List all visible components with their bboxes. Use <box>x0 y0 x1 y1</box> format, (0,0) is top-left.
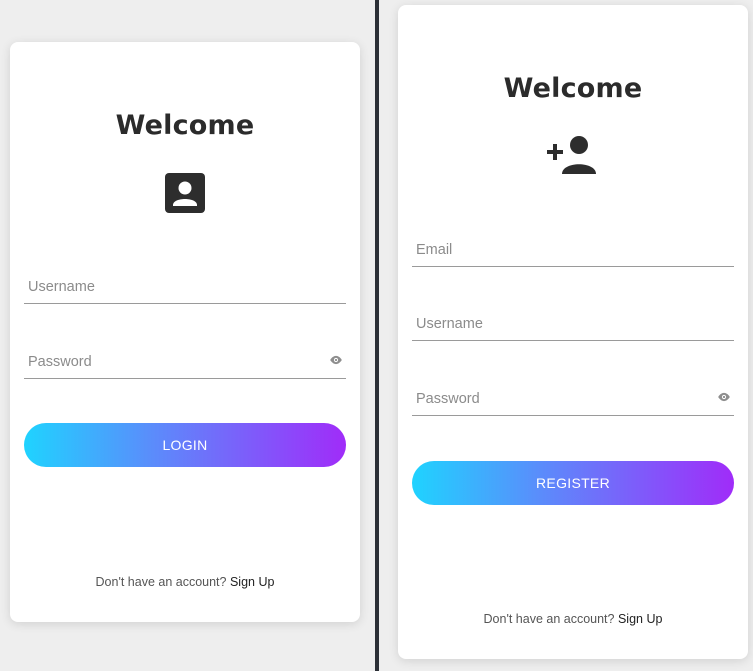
register-footer: Don't have an account? Sign Up <box>398 612 748 626</box>
eye-icon[interactable] <box>717 392 731 402</box>
login-password-input[interactable] <box>28 354 318 370</box>
login-username-input[interactable] <box>28 279 318 295</box>
login-signup-link[interactable]: Sign Up <box>230 575 274 589</box>
login-username-field[interactable] <box>24 264 346 304</box>
account-box-icon <box>165 173 205 213</box>
register-username-field[interactable] <box>412 301 734 341</box>
register-email-field[interactable] <box>412 227 734 267</box>
register-signup-link[interactable]: Sign Up <box>618 612 662 626</box>
register-email-input[interactable] <box>416 242 706 258</box>
panel-divider <box>375 0 379 671</box>
register-username-input[interactable] <box>416 316 706 332</box>
register-password-field[interactable] <box>412 376 734 416</box>
person-add-icon <box>547 136 596 174</box>
register-title: Welcome <box>503 73 643 104</box>
login-button[interactable]: LOGIN <box>24 423 346 467</box>
login-card: Welcome LOGIN Don't have an account? Sig… <box>10 42 360 622</box>
login-title: Welcome <box>115 110 255 141</box>
register-password-input[interactable] <box>416 391 706 407</box>
register-card: Welcome REGISTER Don't have an account? … <box>398 5 748 659</box>
register-button[interactable]: REGISTER <box>412 461 734 505</box>
register-footer-text: Don't have an account? <box>483 612 615 626</box>
eye-icon[interactable] <box>329 355 343 365</box>
login-password-field[interactable] <box>24 339 346 379</box>
login-footer-text: Don't have an account? <box>95 575 227 589</box>
login-footer: Don't have an account? Sign Up <box>10 575 360 589</box>
